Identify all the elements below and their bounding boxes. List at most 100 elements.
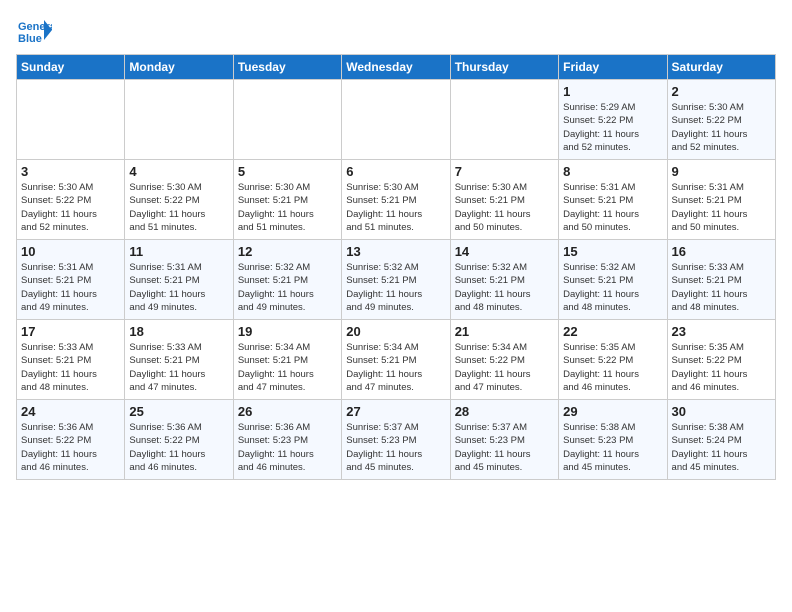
day-number: 20	[346, 324, 445, 339]
day-number: 6	[346, 164, 445, 179]
calendar-cell: 24 Sunrise: 5:36 AM Sunset: 5:22 PM Dayli…	[17, 400, 125, 480]
day-number: 12	[238, 244, 337, 259]
day-detail: Sunrise: 5:35 AM Sunset: 5:22 PM Dayligh…	[563, 341, 662, 394]
calendar-cell	[233, 80, 341, 160]
calendar-week-5: 24 Sunrise: 5:36 AM Sunset: 5:22 PM Dayli…	[17, 400, 776, 480]
calendar-cell: 17 Sunrise: 5:33 AM Sunset: 5:21 PM Dayli…	[17, 320, 125, 400]
day-detail: Sunrise: 5:37 AM Sunset: 5:23 PM Dayligh…	[346, 421, 445, 474]
day-number: 28	[455, 404, 554, 419]
day-number: 19	[238, 324, 337, 339]
day-detail: Sunrise: 5:31 AM Sunset: 5:21 PM Dayligh…	[563, 181, 662, 234]
calendar-cell: 3 Sunrise: 5:30 AM Sunset: 5:22 PM Daylig…	[17, 160, 125, 240]
day-detail: Sunrise: 5:32 AM Sunset: 5:21 PM Dayligh…	[455, 261, 554, 314]
day-detail: Sunrise: 5:32 AM Sunset: 5:21 PM Dayligh…	[563, 261, 662, 314]
calendar-cell: 6 Sunrise: 5:30 AM Sunset: 5:21 PM Daylig…	[342, 160, 450, 240]
calendar-week-1: 1 Sunrise: 5:29 AM Sunset: 5:22 PM Daylig…	[17, 80, 776, 160]
calendar-cell: 10 Sunrise: 5:31 AM Sunset: 5:21 PM Dayli…	[17, 240, 125, 320]
calendar-week-2: 3 Sunrise: 5:30 AM Sunset: 5:22 PM Daylig…	[17, 160, 776, 240]
day-detail: Sunrise: 5:30 AM Sunset: 5:22 PM Dayligh…	[129, 181, 228, 234]
day-number: 17	[21, 324, 120, 339]
weekday-header-monday: Monday	[125, 55, 233, 80]
day-detail: Sunrise: 5:38 AM Sunset: 5:24 PM Dayligh…	[672, 421, 771, 474]
day-detail: Sunrise: 5:38 AM Sunset: 5:23 PM Dayligh…	[563, 421, 662, 474]
day-number: 29	[563, 404, 662, 419]
weekday-header-thursday: Thursday	[450, 55, 558, 80]
day-detail: Sunrise: 5:36 AM Sunset: 5:23 PM Dayligh…	[238, 421, 337, 474]
svg-text:Blue: Blue	[18, 33, 42, 45]
calendar-cell: 18Sunrise: 5:33 AM Sunset: 5:21 PM Dayli…	[125, 320, 233, 400]
day-detail: Sunrise: 5:34 AM Sunset: 5:21 PM Dayligh…	[346, 341, 445, 394]
day-detail: Sunrise: 5:30 AM Sunset: 5:21 PM Dayligh…	[346, 181, 445, 234]
calendar-cell: 28 Sunrise: 5:37 AM Sunset: 5:23 PM Dayli…	[450, 400, 558, 480]
calendar-cell: 16Sunrise: 5:33 AM Sunset: 5:21 PM Dayli…	[667, 240, 775, 320]
day-detail: Sunrise: 5:30 AM Sunset: 5:22 PM Dayligh…	[21, 181, 120, 234]
day-number: 5	[238, 164, 337, 179]
calendar-cell: 25 Sunrise: 5:36 AM Sunset: 5:22 PM Dayli…	[125, 400, 233, 480]
day-number: 14	[455, 244, 554, 259]
logo: General Blue	[16, 16, 52, 46]
day-number: 9	[672, 164, 771, 179]
calendar-cell: 7 Sunrise: 5:30 AM Sunset: 5:21 PM Daylig…	[450, 160, 558, 240]
day-number: 1	[563, 84, 662, 99]
calendar-cell	[125, 80, 233, 160]
calendar-cell: 21Sunrise: 5:34 AM Sunset: 5:22 PM Dayli…	[450, 320, 558, 400]
weekday-header-row: SundayMondayTuesdayWednesdayThursdayFrid…	[17, 55, 776, 80]
calendar-cell: 15 Sunrise: 5:32 AM Sunset: 5:21 PM Dayli…	[559, 240, 667, 320]
calendar-cell: 26 Sunrise: 5:36 AM Sunset: 5:23 PM Dayli…	[233, 400, 341, 480]
day-detail: Sunrise: 5:37 AM Sunset: 5:23 PM Dayligh…	[455, 421, 554, 474]
day-number: 27	[346, 404, 445, 419]
calendar-cell: 27 Sunrise: 5:37 AM Sunset: 5:23 PM Dayli…	[342, 400, 450, 480]
day-detail: Sunrise: 5:29 AM Sunset: 5:22 PM Dayligh…	[563, 101, 662, 154]
calendar-cell: 1 Sunrise: 5:29 AM Sunset: 5:22 PM Daylig…	[559, 80, 667, 160]
calendar-cell: 4Sunrise: 5:30 AM Sunset: 5:22 PM Daylig…	[125, 160, 233, 240]
calendar-cell	[17, 80, 125, 160]
day-number: 8	[563, 164, 662, 179]
weekday-header-wednesday: Wednesday	[342, 55, 450, 80]
logo-icon: General Blue	[16, 16, 52, 46]
day-detail: Sunrise: 5:31 AM Sunset: 5:21 PM Dayligh…	[21, 261, 120, 314]
day-number: 7	[455, 164, 554, 179]
day-detail: Sunrise: 5:33 AM Sunset: 5:21 PM Dayligh…	[21, 341, 120, 394]
day-detail: Sunrise: 5:32 AM Sunset: 5:21 PM Dayligh…	[238, 261, 337, 314]
header: General Blue	[16, 16, 776, 46]
day-number: 26	[238, 404, 337, 419]
day-number: 18	[129, 324, 228, 339]
day-detail: Sunrise: 5:30 AM Sunset: 5:22 PM Dayligh…	[672, 101, 771, 154]
day-number: 24	[21, 404, 120, 419]
day-detail: Sunrise: 5:36 AM Sunset: 5:22 PM Dayligh…	[21, 421, 120, 474]
calendar-cell: 19Sunrise: 5:34 AM Sunset: 5:21 PM Dayli…	[233, 320, 341, 400]
calendar-cell	[450, 80, 558, 160]
day-number: 15	[563, 244, 662, 259]
day-detail: Sunrise: 5:33 AM Sunset: 5:21 PM Dayligh…	[672, 261, 771, 314]
day-number: 3	[21, 164, 120, 179]
calendar-week-3: 10 Sunrise: 5:31 AM Sunset: 5:21 PM Dayli…	[17, 240, 776, 320]
day-detail: Sunrise: 5:30 AM Sunset: 5:21 PM Dayligh…	[455, 181, 554, 234]
day-detail: Sunrise: 5:34 AM Sunset: 5:22 PM Dayligh…	[455, 341, 554, 394]
weekday-header-sunday: Sunday	[17, 55, 125, 80]
calendar-cell: 13 Sunrise: 5:32 AM Sunset: 5:21 PM Dayli…	[342, 240, 450, 320]
calendar-cell: 29 Sunrise: 5:38 AM Sunset: 5:23 PM Dayli…	[559, 400, 667, 480]
day-detail: Sunrise: 5:32 AM Sunset: 5:21 PM Dayligh…	[346, 261, 445, 314]
calendar-week-4: 17 Sunrise: 5:33 AM Sunset: 5:21 PM Dayli…	[17, 320, 776, 400]
calendar-cell: 11 Sunrise: 5:31 AM Sunset: 5:21 PM Dayli…	[125, 240, 233, 320]
calendar-cell: 12 Sunrise: 5:32 AM Sunset: 5:21 PM Dayli…	[233, 240, 341, 320]
calendar-cell: 14 Sunrise: 5:32 AM Sunset: 5:21 PM Dayli…	[450, 240, 558, 320]
calendar-body: 1 Sunrise: 5:29 AM Sunset: 5:22 PM Daylig…	[17, 80, 776, 480]
calendar-cell: 8 Sunrise: 5:31 AM Sunset: 5:21 PM Daylig…	[559, 160, 667, 240]
calendar-cell: 9 Sunrise: 5:31 AM Sunset: 5:21 PM Daylig…	[667, 160, 775, 240]
calendar-cell: 20 Sunrise: 5:34 AM Sunset: 5:21 PM Dayli…	[342, 320, 450, 400]
calendar-table: SundayMondayTuesdayWednesdayThursdayFrid…	[16, 54, 776, 480]
calendar-cell: 2Sunrise: 5:30 AM Sunset: 5:22 PM Daylig…	[667, 80, 775, 160]
day-number: 10	[21, 244, 120, 259]
day-number: 13	[346, 244, 445, 259]
weekday-header-friday: Friday	[559, 55, 667, 80]
day-detail: Sunrise: 5:31 AM Sunset: 5:21 PM Dayligh…	[672, 181, 771, 234]
day-number: 11	[129, 244, 228, 259]
day-number: 25	[129, 404, 228, 419]
weekday-header-saturday: Saturday	[667, 55, 775, 80]
day-detail: Sunrise: 5:31 AM Sunset: 5:21 PM Dayligh…	[129, 261, 228, 314]
calendar-cell: 5Sunrise: 5:30 AM Sunset: 5:21 PM Daylig…	[233, 160, 341, 240]
calendar-cell	[342, 80, 450, 160]
day-detail: Sunrise: 5:36 AM Sunset: 5:22 PM Dayligh…	[129, 421, 228, 474]
calendar-cell: 23Sunrise: 5:35 AM Sunset: 5:22 PM Dayli…	[667, 320, 775, 400]
